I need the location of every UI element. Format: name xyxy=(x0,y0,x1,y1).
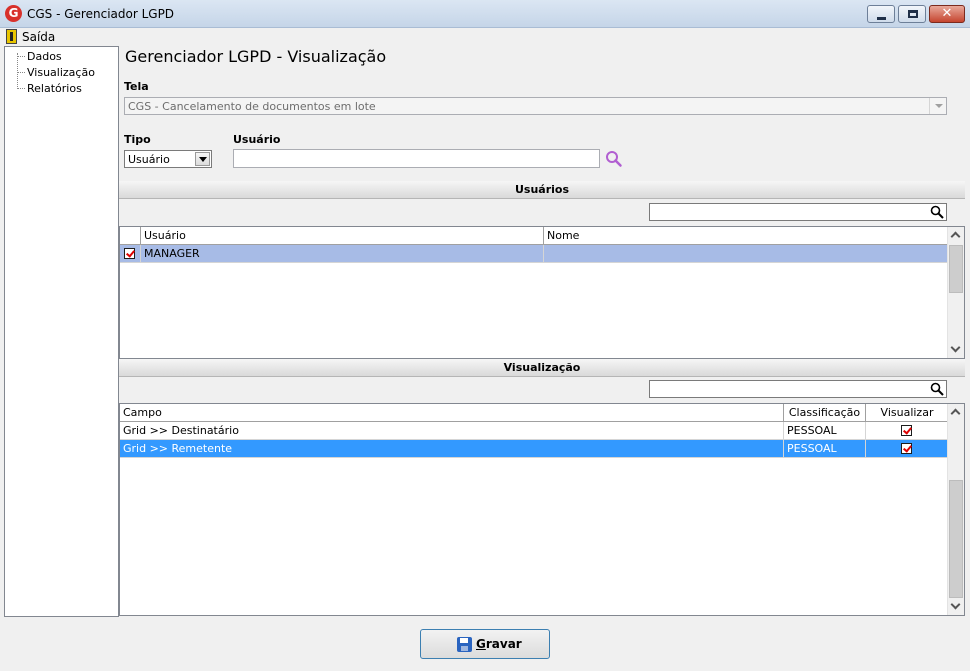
table-row[interactable]: MANAGER xyxy=(120,245,949,263)
usuarios-grid: Usuário Nome MANAGER xyxy=(119,226,965,359)
cell-campo: Grid >> Destinatário xyxy=(120,422,784,439)
usuarios-section-header: Usuários xyxy=(119,181,965,199)
chevron-down-icon[interactable] xyxy=(948,341,964,358)
table-row[interactable]: Grid >> Destinatário PESSOAL xyxy=(120,422,949,440)
maximize-icon xyxy=(908,10,918,18)
menu-bar: Saída xyxy=(0,28,970,46)
floppy-disk-icon xyxy=(457,637,472,652)
row-check-cell[interactable] xyxy=(120,245,141,262)
tipo-label: Tipo xyxy=(124,133,151,146)
visualizacao-scrollbar[interactable] xyxy=(947,404,964,615)
chevron-down-icon[interactable] xyxy=(948,598,964,615)
cell-classificacao: PESSOAL xyxy=(784,422,866,439)
grid-header: Usuário Nome xyxy=(120,227,949,245)
search-icon[interactable] xyxy=(604,150,624,168)
usuarios-search-input[interactable] xyxy=(649,203,947,221)
column-header-visualizar[interactable]: Visualizar xyxy=(866,404,949,422)
table-row[interactable]: Grid >> Remetente PESSOAL xyxy=(120,440,949,458)
save-button-label: Gravar xyxy=(476,637,522,651)
nav-tree: Dados Visualização Relatórios xyxy=(4,46,119,617)
minimize-icon xyxy=(877,17,886,20)
chevron-up-icon[interactable] xyxy=(948,227,964,244)
cell-visualizar[interactable] xyxy=(866,422,949,439)
column-header-campo[interactable]: Campo xyxy=(120,404,784,422)
column-header-classificacao[interactable]: Classificação xyxy=(784,404,866,422)
menu-item-exit-label: Saída xyxy=(22,30,56,44)
column-header-usuario[interactable]: Usuário xyxy=(141,227,544,245)
usuario-label: Usuário xyxy=(233,133,281,146)
save-button[interactable]: Gravar xyxy=(420,629,550,659)
tipo-select-value: Usuário xyxy=(128,153,170,166)
minimize-button[interactable] xyxy=(867,5,895,23)
usuarios-scrollbar[interactable] xyxy=(947,227,964,358)
tree-connector xyxy=(17,88,25,89)
search-icon[interactable] xyxy=(930,382,944,396)
title-bar: G CGS - Gerenciador LGPD ✕ xyxy=(0,0,970,28)
cell-campo: Grid >> Remetente xyxy=(120,440,784,457)
grid-header-check xyxy=(120,227,141,245)
cell-visualizar[interactable] xyxy=(866,440,949,457)
maximize-button[interactable] xyxy=(898,5,926,23)
tipo-select[interactable]: Usuário xyxy=(124,150,212,168)
tree-item-visualizacao[interactable]: Visualização xyxy=(27,66,95,79)
grid-header: Campo Classificação Visualizar xyxy=(120,404,949,422)
exit-door-icon xyxy=(6,29,17,44)
row-checkbox[interactable] xyxy=(124,248,135,259)
search-icon[interactable] xyxy=(930,205,944,219)
tree-connector xyxy=(17,56,25,57)
cell-usuario: MANAGER xyxy=(141,245,544,262)
visualizar-checkbox[interactable] xyxy=(901,425,912,436)
chevron-down-icon xyxy=(929,98,946,114)
visualizacao-section-header: Visualização xyxy=(119,359,965,377)
cell-classificacao: PESSOAL xyxy=(784,440,866,457)
chevron-up-icon[interactable] xyxy=(948,404,964,421)
tree-connector xyxy=(17,72,25,73)
page-title: Gerenciador LGPD - Visualização xyxy=(125,47,387,66)
visualizacao-grid: Campo Classificação Visualizar Grid >> D… xyxy=(119,403,965,616)
visualizacao-search-input[interactable] xyxy=(649,380,947,398)
tree-item-relatorios[interactable]: Relatórios xyxy=(27,82,82,95)
column-header-nome[interactable]: Nome xyxy=(544,227,949,245)
scrollbar-thumb[interactable] xyxy=(949,245,963,293)
cell-nome xyxy=(544,245,949,262)
scrollbar-thumb[interactable] xyxy=(949,480,963,598)
tela-select-value: CGS - Cancelamento de documentos em lote xyxy=(128,100,376,113)
usuario-input[interactable] xyxy=(233,149,600,168)
app-logo-icon: G xyxy=(5,5,22,22)
close-icon: ✕ xyxy=(941,6,953,21)
tela-select[interactable]: CGS - Cancelamento de documentos em lote xyxy=(124,97,947,115)
visualizar-checkbox[interactable] xyxy=(901,443,912,454)
tela-label: Tela xyxy=(124,80,149,93)
tree-connector xyxy=(17,53,18,89)
tree-item-dados[interactable]: Dados xyxy=(27,50,62,63)
close-button[interactable]: ✕ xyxy=(929,5,965,23)
window-title: CGS - Gerenciador LGPD xyxy=(27,7,175,21)
chevron-down-icon[interactable] xyxy=(195,152,210,166)
